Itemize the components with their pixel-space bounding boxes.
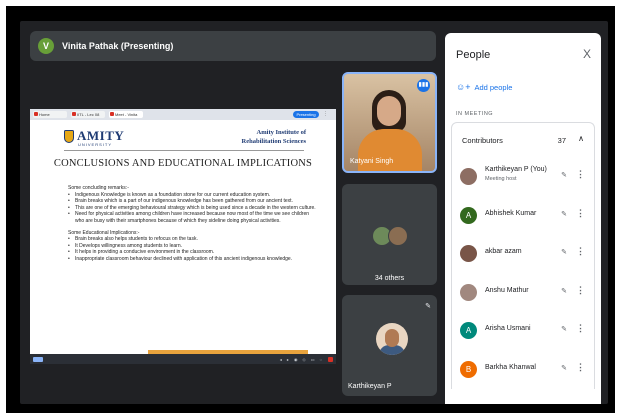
- more-options-icon[interactable]: ⋮: [576, 285, 585, 296]
- people-panel: People X ☺+ Add people IN MEETING Contri…: [445, 33, 601, 404]
- slide-bullet: Inappropriate classroom behaviour declin…: [68, 256, 318, 263]
- browser-tab[interactable]: IITL - Lec 08: [71, 111, 105, 118]
- mic-off-icon: ✎: [561, 249, 567, 256]
- avatar: [460, 168, 477, 185]
- presenting-pill[interactable]: Presenting: [293, 111, 319, 118]
- avatar: [460, 283, 477, 301]
- participant-row[interactable]: akbar azam ✎ ⋮: [452, 235, 594, 274]
- slide-title: CONCLUSIONS AND EDUCATIONAL IMPLICATIONS: [53, 158, 313, 169]
- institute-line: Amity Institute of: [256, 129, 306, 136]
- participant-row[interactable]: A Abhishek Kumar ✎ ⋮: [452, 197, 594, 236]
- browser-tab[interactable]: Home: [33, 111, 67, 118]
- presentation-slide: AMITY UNIVERSITY Amity Institute of Reha…: [30, 120, 336, 354]
- slide-bullet: Brain breaks also helps students to refo…: [68, 236, 318, 243]
- mic-off-icon: ✎: [561, 287, 567, 295]
- slide-bullet: This are one of the emerging behavioural…: [68, 205, 318, 212]
- slide-body: Some concluding remarks:- Indigenous Kno…: [68, 183, 318, 263]
- shared-screen: Home IITL - Lec 08 Meet - Vinita Present…: [30, 109, 336, 364]
- slide-bullet: Brain breaks which is a part of our indi…: [68, 198, 318, 205]
- more-options-icon[interactable]: ⋮: [576, 362, 585, 373]
- mic-off-icon: ✎: [561, 210, 567, 218]
- more-options-icon[interactable]: ⋮: [576, 208, 585, 219]
- mic-off-icon: ✎: [561, 326, 567, 333]
- avatar: [460, 245, 477, 262]
- tile-name: Katyani Singh: [350, 158, 394, 165]
- mic-off-icon: ✎: [561, 172, 567, 179]
- add-people-button[interactable]: ☺+ Add people: [456, 82, 512, 92]
- mic-off-icon: ✎: [561, 364, 567, 372]
- others-count: 34 others: [374, 275, 405, 282]
- avatar: [388, 226, 408, 246]
- browser-tab[interactable]: Meet - Vinita: [109, 111, 143, 118]
- more-options-icon[interactable]: ⋮: [576, 169, 585, 180]
- participant-tile-active-speaker[interactable]: ▮▮▮ Katyani Singh: [342, 72, 437, 173]
- avatar-face: [385, 329, 399, 347]
- participant-name: Anshu Mathur: [485, 286, 529, 294]
- taskbar: ◂ ▸ ◉ ◇ ▭ ◌: [30, 354, 336, 364]
- participant-tile-others[interactable]: 34 others: [342, 184, 437, 285]
- contributors-header[interactable]: Contributors 37 ∧: [451, 122, 595, 158]
- close-icon[interactable]: X: [583, 47, 591, 61]
- start-icon[interactable]: [33, 356, 43, 362]
- slide-bullet: Need for physical activities among child…: [68, 211, 318, 224]
- participant-row[interactable]: Anshu Mathur ✎ ⋮: [452, 274, 594, 313]
- presenter-label: Vinita Pathak (Presenting): [62, 41, 174, 51]
- group-count: 37: [557, 136, 566, 145]
- participant-role: Meeting host: [485, 176, 517, 182]
- more-options-icon[interactable]: ⋮: [576, 246, 585, 257]
- video-person-body: [358, 129, 422, 171]
- app-icon[interactable]: [328, 356, 333, 362]
- participant-name: Abhishek Kumar: [485, 209, 537, 217]
- mic-off-icon: ✎: [425, 303, 431, 310]
- amity-subtitle: UNIVERSITY: [78, 142, 113, 147]
- institute-name: Amity Institute of Rehabilitation Scienc…: [242, 128, 306, 146]
- avatar: [376, 323, 408, 355]
- institute-line: Rehabilitation Sciences: [241, 138, 306, 145]
- add-person-icon: ☺+: [456, 82, 471, 92]
- participant-tile-self[interactable]: ✎ Karthikeyan P: [342, 295, 437, 396]
- section-heading: Some Educational Implications:-: [68, 229, 140, 236]
- slide-bullet: It Develops willingness among students t…: [68, 243, 318, 250]
- add-people-label: Add people: [474, 82, 513, 92]
- others-avatar-group: [372, 226, 408, 246]
- avatar: A: [460, 322, 477, 339]
- more-icon[interactable]: ⋮: [323, 111, 333, 118]
- speaking-indicator-icon: ▮▮▮: [417, 79, 430, 92]
- video-person-face: [377, 96, 401, 126]
- section-label: IN MEETING: [456, 111, 494, 117]
- participant-name: akbar azam: [485, 248, 522, 255]
- presenter-avatar: V: [38, 38, 54, 54]
- slide-bullet: Indigenous Knowledge is known as a found…: [68, 192, 318, 199]
- presenter-bar: V Vinita Pathak (Presenting): [30, 31, 436, 61]
- participant-list: Karthikeyan P (You) Meeting host ✎ ⋮ A A…: [451, 158, 595, 389]
- section-heading: Some concluding remarks:-: [68, 185, 129, 191]
- more-options-icon[interactable]: ⋮: [576, 323, 585, 334]
- avatar: B: [460, 360, 477, 378]
- slide-bullet: It helps in providing a conducive enviro…: [68, 249, 318, 256]
- tile-name: Karthikeyan P: [348, 383, 392, 390]
- taskbar-icons[interactable]: ◂ ▸ ◉ ◇ ▭ ◌: [280, 357, 324, 362]
- participant-name: Karthikeyan P (You): [485, 166, 547, 173]
- participant-name: Barkha Khanwal: [485, 363, 536, 371]
- participant-row[interactable]: B Barkha Khanwal ✎ ⋮: [452, 351, 594, 390]
- panel-title: People: [456, 49, 491, 61]
- meet-window: V Vinita Pathak (Presenting) Home IITL -…: [20, 21, 608, 404]
- participant-row[interactable]: A Arisha Usmani ✎ ⋮: [452, 312, 594, 351]
- slide-divider: [64, 150, 304, 151]
- participant-name: Arisha Usmani: [485, 325, 531, 332]
- chevron-up-icon[interactable]: ∧: [578, 134, 584, 143]
- avatar: A: [460, 206, 477, 224]
- browser-tab-bar: Home IITL - Lec 08 Meet - Vinita Present…: [30, 109, 336, 120]
- participant-row[interactable]: Karthikeyan P (You) Meeting host ✎ ⋮: [452, 158, 594, 197]
- amity-shield-icon: [64, 129, 74, 143]
- group-label: Contributors: [462, 136, 503, 145]
